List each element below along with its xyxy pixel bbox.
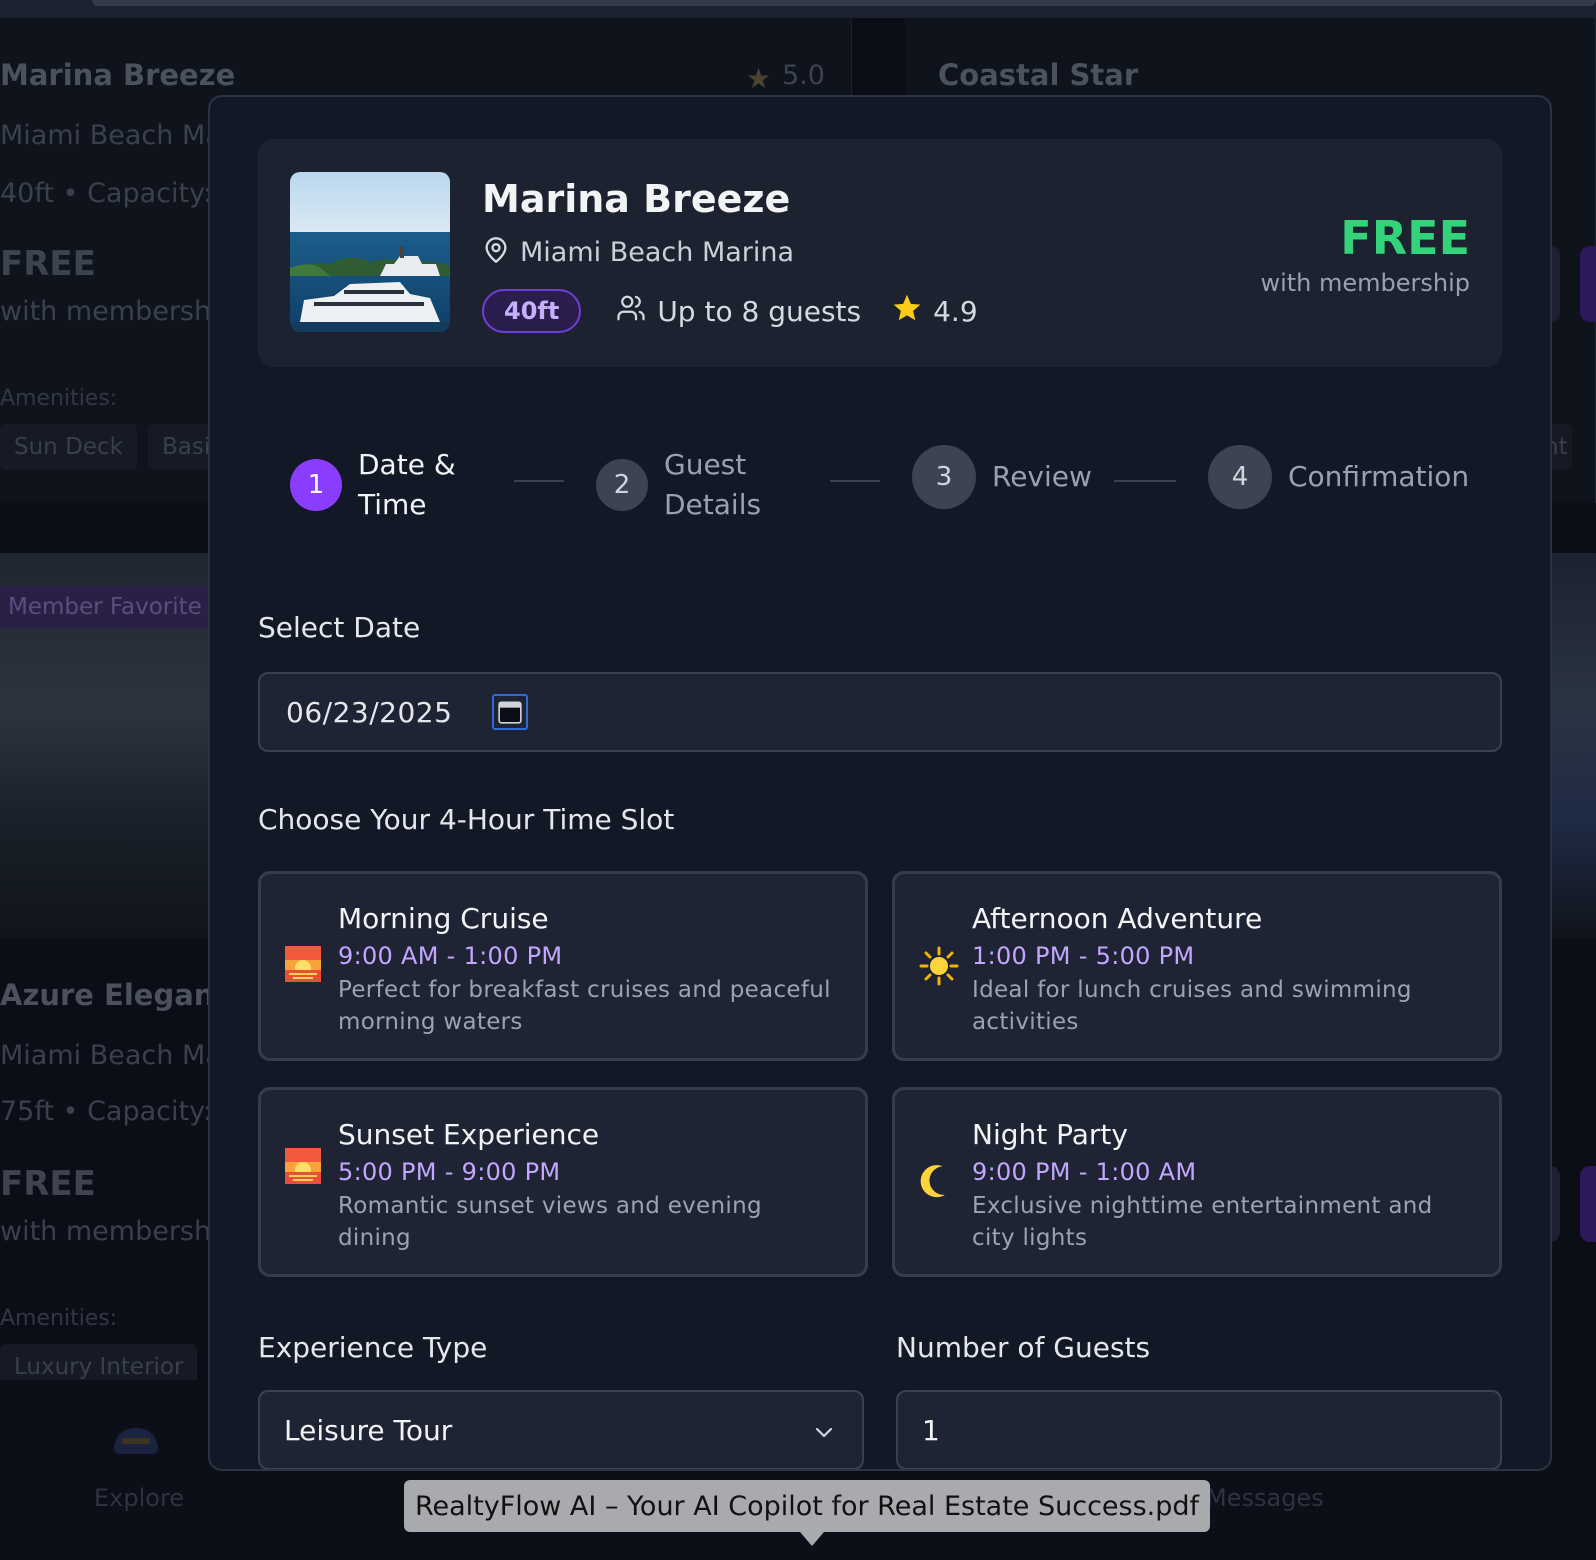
time-slot-sunset[interactable]: Sunset Experience 5:00 PM - 9:00 PM Roma… xyxy=(258,1087,868,1277)
step-connector xyxy=(1114,480,1176,482)
price-value: FREE xyxy=(1340,211,1470,265)
slot-time: 9:00 PM - 1:00 AM xyxy=(972,1158,1197,1186)
step-label: Date & Time xyxy=(358,448,456,521)
experience-type-select[interactable]: Leisure Tour xyxy=(258,1390,864,1469)
crescent-moon-icon xyxy=(919,1162,959,1202)
bg-card-specs: 40ft • Capacity: xyxy=(0,178,213,209)
bg-card-rating: 5.0 xyxy=(782,60,825,91)
explore-nav-label[interactable]: Explore xyxy=(94,1484,184,1512)
yacht-length-badge: 40ft xyxy=(482,289,582,333)
bg-card-specs: 75ft • Capacity: xyxy=(0,1096,213,1127)
step-label: Guest Details xyxy=(664,448,762,521)
yacht-rating-text: 4.9 xyxy=(933,294,978,328)
slot-title: Sunset Experience xyxy=(338,1118,600,1151)
slot-title: Afternoon Adventure xyxy=(972,902,1263,935)
bg-member-favorite-badge: Member Favorite xyxy=(0,586,210,628)
yacht-rating: 4.9 xyxy=(891,292,978,331)
number-of-guests-label: Number of Guests xyxy=(896,1331,1151,1364)
price-block: FREE with membership xyxy=(1260,211,1470,297)
messages-nav-label[interactable]: Messages xyxy=(1206,1484,1324,1512)
bg-yacht-image xyxy=(1550,553,1596,938)
date-input[interactable]: 06/23/2025 xyxy=(258,672,1502,752)
step-label: Review xyxy=(992,460,1092,493)
slot-description: Ideal for lunch cruises and swimming act… xyxy=(972,977,1412,1035)
price-note: with membership xyxy=(1260,269,1470,297)
sunset-icon xyxy=(285,1148,325,1188)
calendar-icon[interactable] xyxy=(492,694,528,730)
step-number: 2 xyxy=(596,459,648,511)
step-review[interactable]: 3 Review xyxy=(912,445,1092,509)
slot-description: Romantic sunset views and evening dining xyxy=(338,1193,762,1251)
step-number: 1 xyxy=(290,459,342,511)
booking-modal: Marina Breeze Miami Beach Marina 40ft Up… xyxy=(208,95,1552,1471)
bg-card-amenities-label: Amenities: xyxy=(0,386,118,411)
yacht-capacity: Up to 8 guests xyxy=(615,293,861,330)
bg-card-price-note: with membershi xyxy=(0,296,219,327)
bg-card-button xyxy=(1580,1166,1596,1242)
bg-card-title: Marina Breeze xyxy=(0,58,236,92)
slot-description: Exclusive nighttime entertainment and ci… xyxy=(972,1193,1433,1251)
yacht-location-text: Miami Beach Marina xyxy=(520,236,795,268)
step-confirmation[interactable]: 4 Confirmation xyxy=(1208,445,1469,509)
yacht-name: Marina Breeze xyxy=(482,177,791,221)
bg-card-price: FREE xyxy=(0,1164,96,1204)
slot-description: Perfect for breakfast cruises and peacef… xyxy=(338,977,831,1035)
bg-card-location: Miami Beach Ma xyxy=(0,1040,222,1071)
bg-card-amenities-label: Amenities: xyxy=(0,1306,118,1331)
bg-card-title: Azure Eleganc xyxy=(0,978,232,1012)
time-slot-night[interactable]: Night Party 9:00 PM - 1:00 AM Exclusive … xyxy=(892,1087,1502,1277)
booking-stepper: 1 Date & Time 2 Guest Details 3 Review 4… xyxy=(290,445,1469,521)
yacht-photo xyxy=(290,172,450,332)
sun-icon xyxy=(919,946,959,986)
step-date-time[interactable]: 1 Date & Time xyxy=(290,445,478,525)
time-slot-afternoon[interactable]: Afternoon Adventure 1:00 PM - 5:00 PM Id… xyxy=(892,871,1502,1061)
yacht-location: Miami Beach Marina xyxy=(482,235,794,269)
slot-title: Night Party xyxy=(972,1118,1128,1151)
bg-card-button xyxy=(1580,246,1596,322)
slot-time: 1:00 PM - 5:00 PM xyxy=(972,942,1195,970)
yacht-capacity-text: Up to 8 guests xyxy=(657,294,862,328)
step-number: 3 xyxy=(912,445,976,509)
slot-time: 9:00 AM - 1:00 PM xyxy=(338,942,563,970)
date-value: 06/23/2025 xyxy=(286,696,453,729)
star-icon xyxy=(891,292,923,331)
slot-title: Morning Cruise xyxy=(338,902,549,935)
bg-card-price-note: with membershi xyxy=(0,1216,219,1247)
slot-time: 5:00 PM - 9:00 PM xyxy=(338,1158,561,1186)
bg-card-title: Coastal Star xyxy=(938,58,1139,92)
bg-card-location: Miami Beach Ma xyxy=(0,120,222,151)
bg-amenity-chip: Sun Deck xyxy=(0,424,137,470)
map-pin-icon xyxy=(482,235,510,269)
step-connector xyxy=(514,480,564,482)
file-tooltip: RealtyFlow AI – Your AI Copilot for Real… xyxy=(404,1480,1210,1546)
experience-type-label: Experience Type xyxy=(258,1331,488,1364)
top-bar xyxy=(0,0,1596,18)
chevron-down-icon xyxy=(812,1420,836,1448)
time-slot-morning[interactable]: Morning Cruise 9:00 AM - 1:00 PM Perfect… xyxy=(258,871,868,1061)
number-of-guests-value: 1 xyxy=(922,1414,940,1447)
yacht-meta: 40ft Up to 8 guests 4.9 xyxy=(482,289,978,333)
users-icon xyxy=(615,293,647,330)
number-of-guests-input[interactable]: 1 xyxy=(896,1390,1502,1469)
step-number: 4 xyxy=(1208,445,1272,509)
time-slot-label: Choose Your 4-Hour Time Slot xyxy=(258,803,675,836)
experience-type-value: Leisure Tour xyxy=(284,1414,453,1447)
yacht-summary-card: Marina Breeze Miami Beach Marina 40ft Up… xyxy=(258,139,1502,367)
bg-card-price: FREE xyxy=(0,244,96,284)
select-date-label: Select Date xyxy=(258,611,421,644)
step-label: Confirmation xyxy=(1288,460,1470,493)
sunrise-icon xyxy=(285,946,325,986)
step-guest-details[interactable]: 2 Guest Details xyxy=(596,445,784,525)
step-connector xyxy=(830,480,880,482)
star-icon: ★ xyxy=(746,62,772,95)
